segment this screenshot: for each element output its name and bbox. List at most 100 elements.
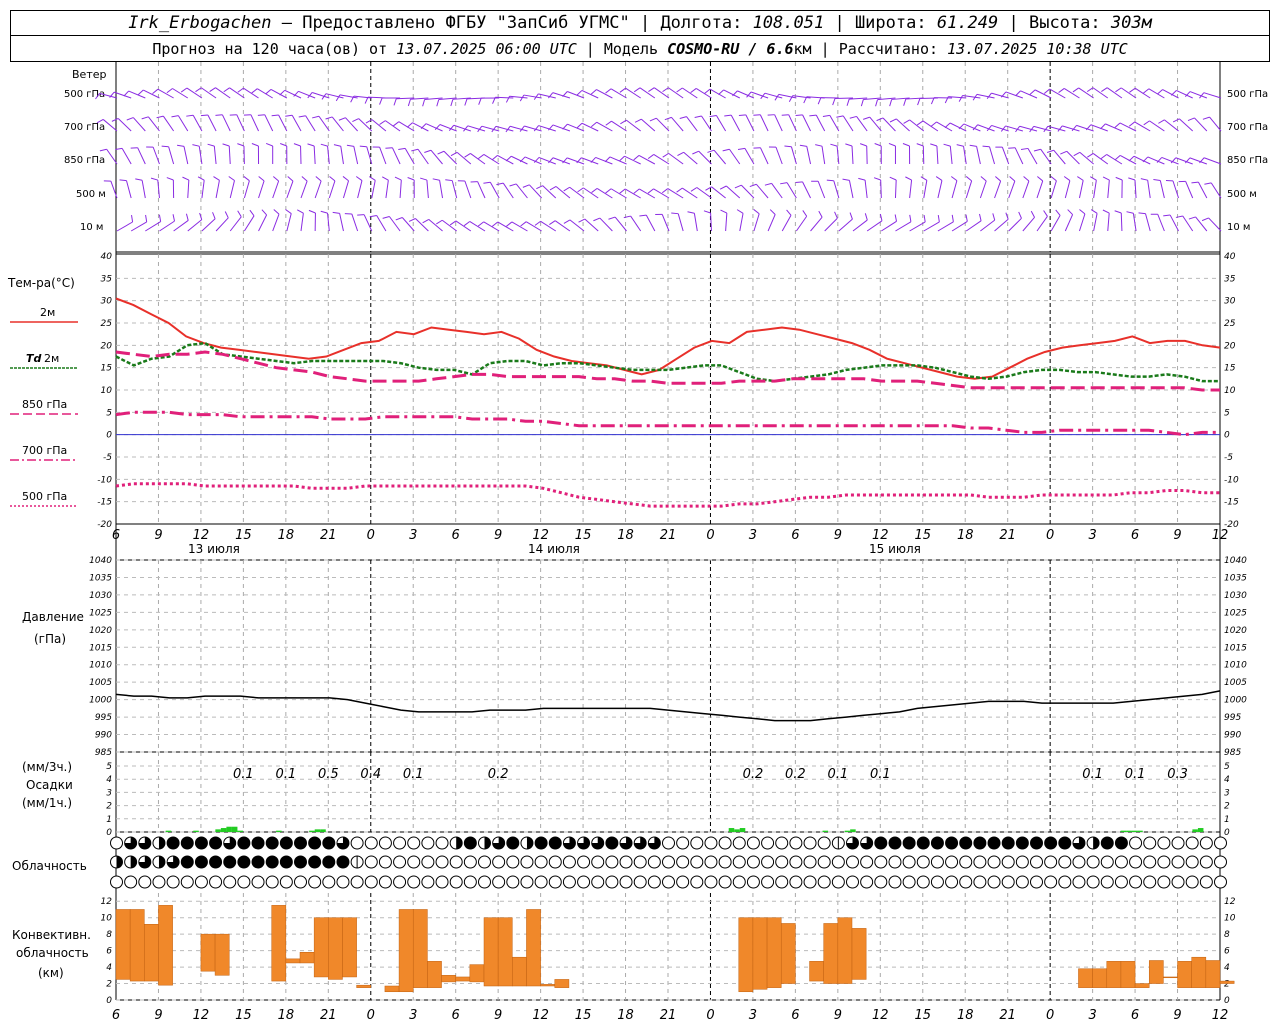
wind-barb-flag [463, 221, 471, 227]
precip-3h-label: 0.1 [276, 767, 297, 782]
wind-barb-shaft [554, 220, 571, 232]
wind-barb-shaft [851, 145, 854, 165]
cloud-symbol [817, 875, 831, 889]
wind-barb-shaft [581, 89, 599, 99]
wind-barb-flag [809, 114, 817, 117]
temp-ytick-left: 5 [106, 408, 112, 418]
prec-ytick-right: 5 [1224, 762, 1230, 772]
cloud-symbol [449, 836, 463, 850]
wind-barb-shaft [759, 114, 769, 132]
wind-barb-flag [1114, 210, 1122, 214]
conv-ytick-right: 4 [1224, 963, 1230, 973]
cloud-circle [930, 855, 944, 869]
wind-barb-flag [944, 122, 951, 129]
cloud-circle [1171, 855, 1185, 869]
cloud-half [158, 856, 165, 868]
cloud-circle [520, 855, 534, 869]
wind-barb-3-75 [1165, 179, 1180, 199]
wind-barb-3-11 [272, 176, 280, 199]
wind-barb-shaft [187, 180, 190, 199]
cloud-fill [1058, 837, 1071, 849]
wind-barb-flag [180, 87, 188, 93]
wind-barb-shaft [162, 115, 175, 132]
wind-barb-shaft [201, 218, 216, 232]
cloud-symbol [746, 875, 760, 889]
hour-tick-bottom: 21 [660, 1008, 677, 1023]
wind-barb-1-68 [1057, 125, 1080, 132]
wind-barb-1-49 [795, 114, 811, 132]
cloud-symbol [1044, 875, 1058, 889]
wind-barb-flag [261, 209, 267, 216]
wind-barb-shaft [1147, 180, 1151, 199]
hour-tick-top: 0 [367, 528, 375, 543]
wind-barb-flag [126, 117, 134, 121]
wind-barb-flag [679, 116, 687, 119]
hour-tick-bottom: 15 [575, 1008, 592, 1023]
wind-barb-2-4 [161, 145, 175, 165]
wind-barb-shaft [806, 146, 812, 165]
conv-bar [299, 952, 315, 964]
wind-barb-flag [815, 144, 823, 147]
wind-barb-shaft [790, 146, 797, 165]
wind-barb-shaft [113, 91, 132, 99]
wind-barb-4-58 [937, 214, 954, 232]
cloud-symbol [308, 875, 322, 889]
wind-barb-0-29 [505, 95, 528, 103]
pres-ytick-right: 985 [1224, 748, 1241, 758]
wind-barb-2-1 [115, 147, 132, 165]
wind-barb-flag [677, 151, 684, 157]
wind-barb-flag [96, 118, 104, 124]
wind-barb-shaft [1107, 213, 1110, 232]
temp-ytick-left: -20 [97, 520, 112, 530]
wind-barb-1-30 [519, 125, 542, 132]
wind-barb-3-61 [979, 176, 987, 199]
conv-ytick-left: 8 [106, 930, 112, 940]
cloud-circle [1157, 836, 1171, 850]
wind-barb-2-11 [265, 142, 274, 165]
pres-ytick-left: 1035 [89, 573, 112, 583]
wind-barb-2-47 [768, 146, 783, 165]
prec-ytick-left: 3 [106, 788, 112, 798]
cloud-circle [1030, 855, 1043, 869]
cloud-circle [378, 875, 392, 889]
temp-ytick-left: -10 [97, 475, 112, 485]
cloud-symbol [1100, 855, 1114, 869]
wind-barb-1-28 [491, 125, 514, 133]
wind-barb-3-73 [1140, 178, 1151, 199]
wind-barb-flag [690, 88, 697, 94]
cloud-symbol [1015, 836, 1029, 850]
wind-barb-shaft [278, 114, 288, 132]
wind-barb-shaft [614, 216, 627, 232]
wind-barb-flag [649, 117, 657, 122]
wind-barb-shaft [511, 221, 528, 232]
cloud-fill [464, 837, 477, 849]
wind-barb-shaft [538, 156, 556, 165]
cloud-circle [761, 875, 775, 889]
pres-ytick-left: 1015 [89, 643, 112, 653]
wind-barb-shaft [1076, 124, 1094, 132]
cloud-circle [435, 836, 449, 850]
wind-barb-1-12 [271, 114, 288, 132]
cloud-symbol [350, 855, 364, 869]
cloud-symbol [463, 855, 477, 869]
conv-ytick-right: 6 [1224, 947, 1230, 957]
cloud-symbol [619, 836, 633, 850]
cloud-symbol [803, 875, 817, 889]
wind-barb-3-59 [950, 176, 958, 199]
wind-barb-1-0 [96, 118, 118, 132]
precip-3h-label: 0.1 [1082, 767, 1103, 782]
hour-tick-bottom: 6 [452, 1008, 460, 1023]
hour-tick-top: 12 [193, 528, 210, 543]
cloud-fill [252, 856, 265, 868]
wind-barb-shaft [645, 214, 656, 232]
pres-ytick-left: 1030 [89, 591, 112, 601]
cloud-circle [1058, 875, 1072, 889]
cloud-circle [421, 836, 435, 850]
wind-barb-shaft [106, 148, 118, 165]
wind-barb-flag [634, 118, 642, 123]
conv-bar [497, 917, 513, 987]
wind-barb-flag [845, 143, 853, 147]
wind-barb-flag [436, 219, 443, 225]
wind-barb-flag [298, 115, 306, 118]
precip-bar [231, 826, 238, 832]
